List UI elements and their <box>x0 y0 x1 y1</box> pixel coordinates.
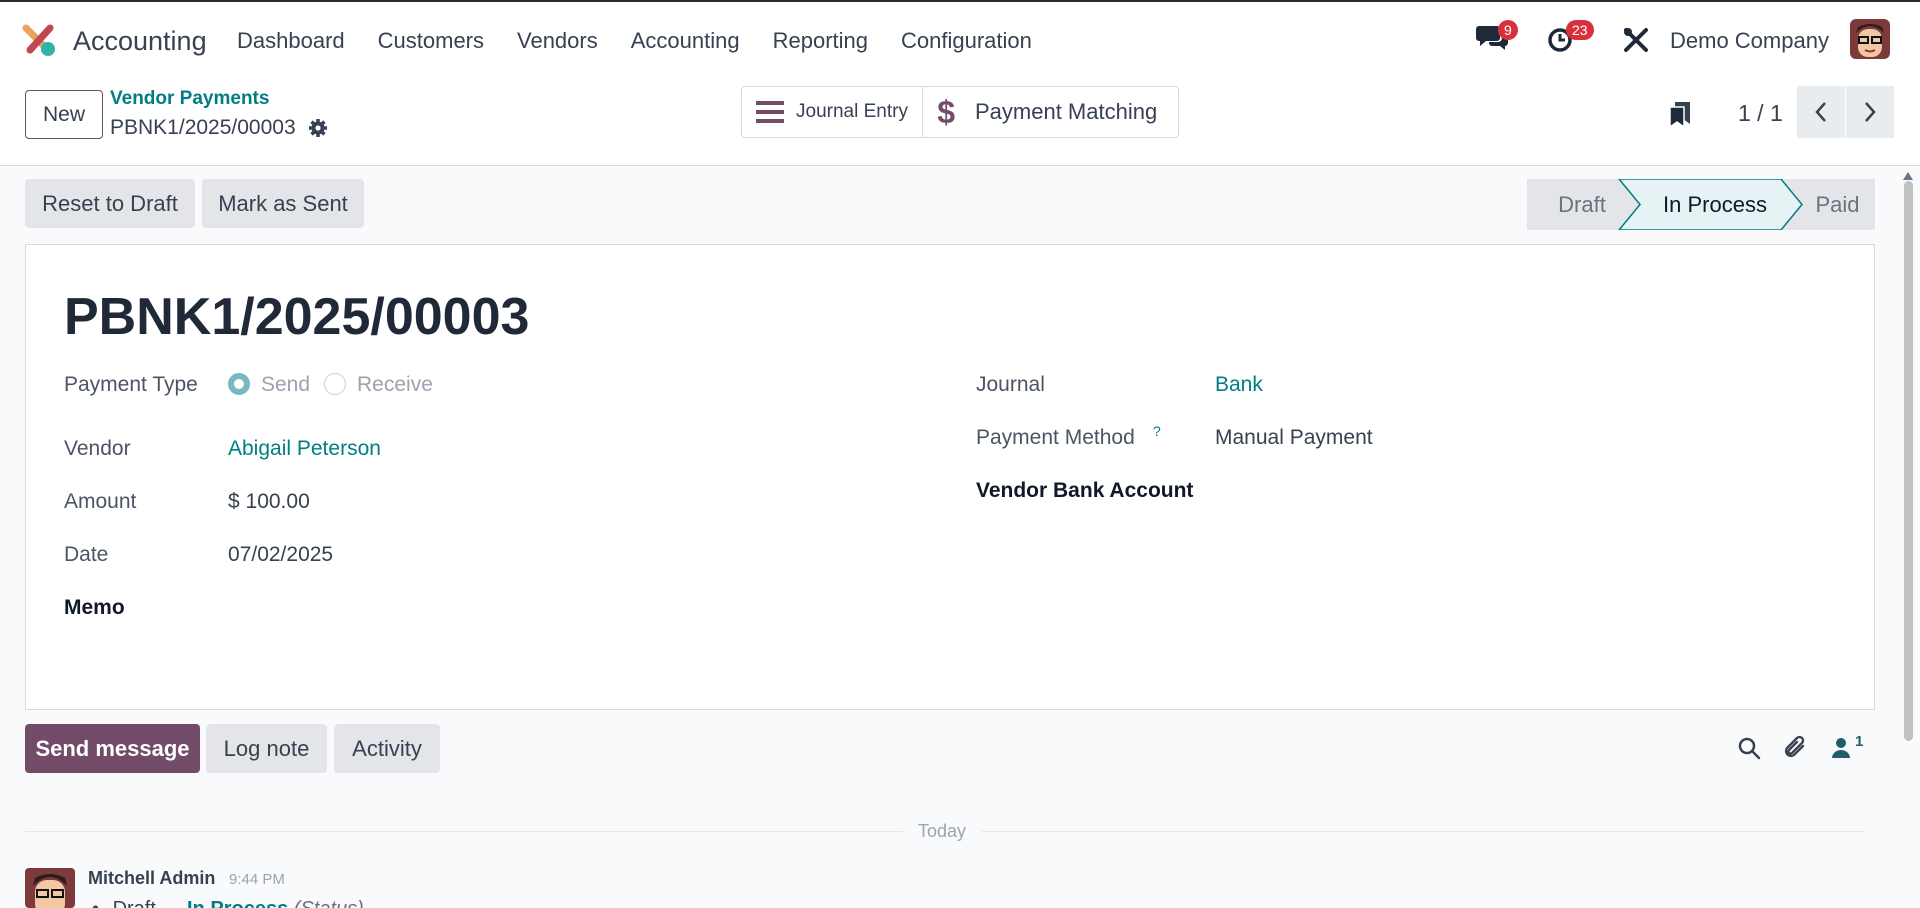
menu-configuration[interactable]: Configuration <box>901 28 1032 54</box>
message-author-avatar[interactable] <box>25 868 75 908</box>
payment-matching-button[interactable]: $ Payment Matching <box>922 87 1178 137</box>
app-logo-icon[interactable] <box>22 24 58 58</box>
bullet-icon: • <box>92 898 99 908</box>
breadcrumb-vendor-payments[interactable]: Vendor Payments <box>110 88 269 110</box>
control-panel: New Vendor Payments PBNK1/2025/00003 Jou… <box>0 78 1920 166</box>
menu-dashboard[interactable]: Dashboard <box>237 28 345 54</box>
payment-method-help[interactable]: ? <box>1153 423 1161 439</box>
send-message-button[interactable]: Send message <box>25 724 200 773</box>
bookmark-stack-icon[interactable] <box>1668 100 1692 128</box>
followers-count[interactable]: 1 <box>1855 733 1863 750</box>
payment-type-send-radio[interactable] <box>228 373 250 395</box>
menu-vendors[interactable]: Vendors <box>517 28 598 54</box>
journal-entry-label: Journal Entry <box>796 101 908 122</box>
journal-field[interactable]: Bank <box>1215 373 1263 397</box>
scroll-up-arrow-icon[interactable] <box>1903 172 1913 180</box>
amount-label: Amount <box>64 490 137 513</box>
chevron-left-icon <box>1815 102 1826 122</box>
vendor-label: Vendor <box>64 437 131 460</box>
pager-previous-button[interactable] <box>1797 86 1845 138</box>
separator-line-left <box>25 831 903 832</box>
dollar-icon: $ <box>937 93 955 130</box>
payment-type-send-label[interactable]: Send <box>261 373 310 397</box>
status-paid[interactable]: Paid <box>1800 179 1875 230</box>
new-button[interactable]: New <box>25 90 103 139</box>
date-separator: Today <box>918 821 967 841</box>
smart-buttons: Journal Entry $ Payment Matching <box>741 86 1179 138</box>
breadcrumb-current: PBNK1/2025/00003 <box>110 116 296 139</box>
menu-reporting[interactable]: Reporting <box>773 28 868 54</box>
followers-icon[interactable] <box>1831 737 1851 759</box>
payment-type-receive-label[interactable]: Receive <box>357 373 433 397</box>
messages-badge: 9 <box>1498 20 1518 40</box>
user-avatar-icon <box>1850 19 1890 59</box>
tracking-old-value: Draft <box>113 898 156 908</box>
date-field[interactable]: 07/02/2025 <box>228 543 333 567</box>
company-switcher[interactable]: Demo Company <box>1670 28 1829 54</box>
app-name[interactable]: Accounting <box>73 26 207 57</box>
menu-customers[interactable]: Customers <box>378 28 484 54</box>
separator-line-right <box>982 831 1864 832</box>
messages-button[interactable]: 9 <box>1476 20 1518 59</box>
journal-entry-button[interactable]: Journal Entry <box>742 87 922 137</box>
main-menu: Dashboard Customers Vendors Accounting R… <box>237 28 1065 54</box>
paperclip-icon[interactable] <box>1783 734 1809 762</box>
tracking-arrow: → <box>161 898 181 908</box>
log-note-button[interactable]: Log note <box>206 724 327 773</box>
bars-icon <box>756 101 784 123</box>
chevron-right-icon <box>1865 102 1876 122</box>
payment-matching-label: Payment Matching <box>975 99 1158 124</box>
payment-type-receive-radio[interactable] <box>324 373 346 395</box>
vendor-field[interactable]: Abigail Peterson <box>228 437 381 461</box>
tracking-field: (Status) <box>294 898 364 908</box>
payment-method-field[interactable]: Manual Payment <box>1215 426 1373 450</box>
payment-title: PBNK1/2025/00003 <box>64 288 530 346</box>
date-label: Date <box>64 543 109 566</box>
vendor-bank-account-label: Vendor Bank Account <box>976 479 1194 502</box>
top-navbar: Accounting Dashboard Customers Vendors A… <box>0 0 1920 78</box>
status-in-process[interactable]: In Process <box>1640 179 1790 230</box>
scrollbar-thumb[interactable] <box>1904 181 1913 741</box>
payment-type-label: Payment Type <box>64 373 198 396</box>
pager-value[interactable]: 1 / 1 <box>1738 100 1783 127</box>
search-icon[interactable] <box>1737 736 1761 760</box>
pager-next-button[interactable] <box>1846 86 1894 138</box>
reset-to-draft-button[interactable]: Reset to Draft <box>25 179 195 228</box>
activities-button[interactable]: 23 <box>1546 20 1594 59</box>
payment-method-label: Payment Method <box>976 426 1135 449</box>
message-body: • Draft → In Process (Status) <box>92 898 364 908</box>
mark-as-sent-button[interactable]: Mark as Sent <box>202 179 364 228</box>
gear-icon[interactable] <box>308 118 328 138</box>
amount-field[interactable]: $ 100.00 <box>228 490 310 514</box>
status-draft[interactable]: Draft <box>1527 179 1637 230</box>
message-time: 9:44 PM <box>229 871 285 888</box>
form-sheet: PBNK1/2025/00003 Payment Type Send Recei… <box>25 244 1875 710</box>
tracking-new-value: In Process <box>187 898 288 908</box>
author-avatar-icon <box>25 868 75 908</box>
activities-badge: 23 <box>1566 20 1594 40</box>
memo-label: Memo <box>64 596 125 619</box>
message-author[interactable]: Mitchell Admin <box>88 868 215 889</box>
activity-button[interactable]: Activity <box>334 724 440 773</box>
user-avatar[interactable] <box>1850 19 1890 59</box>
menu-accounting[interactable]: Accounting <box>631 28 740 54</box>
tools-icon[interactable] <box>1622 26 1650 54</box>
journal-label: Journal <box>976 373 1045 396</box>
